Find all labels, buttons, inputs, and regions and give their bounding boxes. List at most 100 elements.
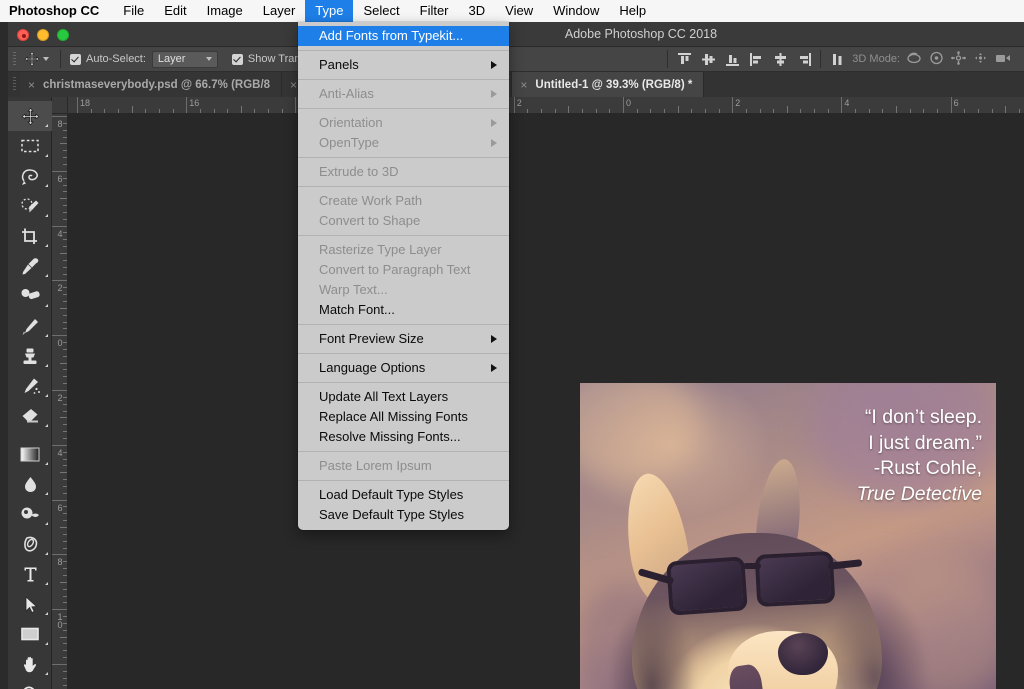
auto-select-group[interactable]: Auto-Select: Layer xyxy=(66,50,222,68)
move-tool[interactable] xyxy=(8,101,52,131)
spot-healing-brush-tool[interactable] xyxy=(8,281,52,311)
ruler-tick xyxy=(63,287,67,289)
eraser-tool[interactable] xyxy=(8,401,52,431)
gradient-tool[interactable] xyxy=(8,439,52,469)
blur-tool[interactable] xyxy=(8,469,52,499)
clone-stamp-tool[interactable] xyxy=(8,341,52,371)
ruler-tick xyxy=(609,109,611,113)
tool-options-bar: Auto-Select: Layer Show Transform 3D Mod… xyxy=(8,47,1024,72)
ruler-tick xyxy=(52,170,67,172)
ruler-tick xyxy=(677,106,679,113)
menubar-item-type[interactable]: Type xyxy=(305,0,354,22)
document-tab[interactable]: × Untitled‑1 @ 39.3% (RGB/8) * xyxy=(512,72,705,97)
lasso-tool[interactable] xyxy=(8,161,52,191)
menu-item-font-preview-size[interactable]: Font Preview Size xyxy=(298,329,509,349)
tool-corner-marker xyxy=(45,394,48,397)
ruler-tick xyxy=(63,574,67,576)
artwork-canvas[interactable]: “I don’t sleep. I just dream.” -Rust Cohle… xyxy=(580,383,996,689)
hand-tool[interactable] xyxy=(8,649,52,679)
dodge-tool[interactable] xyxy=(8,499,52,529)
ruler-tick xyxy=(104,109,106,113)
menu-item-match-font[interactable]: Match Font... xyxy=(298,300,509,320)
ruler-tick xyxy=(145,109,147,113)
path-selection-tool[interactable] xyxy=(8,589,52,619)
ruler-tick xyxy=(923,109,925,113)
menu-separator xyxy=(298,235,509,236)
align-horizontal-centers-icon[interactable] xyxy=(769,49,791,69)
horizontal-ruler[interactable]: 1816141220246 xyxy=(68,97,1024,114)
ruler-tick xyxy=(63,157,67,159)
show-transform-checkbox[interactable] xyxy=(231,53,243,65)
menu-item-panels[interactable]: Panels xyxy=(298,55,509,75)
menu-item-update-all-text-layers[interactable]: Update All Text Layers xyxy=(298,387,509,407)
bokeh-blob xyxy=(580,383,700,483)
menubar-item-help[interactable]: Help xyxy=(609,0,656,22)
tool-corner-marker xyxy=(45,184,48,187)
menubar-item-select[interactable]: Select xyxy=(353,0,409,22)
zoom-tool[interactable] xyxy=(8,679,52,689)
3d-mode-buttons xyxy=(906,50,1012,68)
vertical-ruler[interactable]: 8 6 4 2 0 2 4 6 8 10 xyxy=(52,114,68,689)
menubar-item-image[interactable]: Image xyxy=(197,0,253,22)
menubar-item-window[interactable]: Window xyxy=(543,0,609,22)
document-tab-label: Untitled‑1 @ 39.3% (RGB/8) * xyxy=(535,78,693,91)
canvas-area[interactable]: “I don’t sleep. I just dream.” -Rust Cohle… xyxy=(68,114,1024,689)
align-vertical-centers-icon[interactable] xyxy=(697,49,719,69)
align-top-edges-icon[interactable] xyxy=(673,49,695,69)
brush-tool[interactable] xyxy=(8,311,52,341)
menubar-item-view[interactable]: View xyxy=(495,0,543,22)
rectangle-tool[interactable] xyxy=(8,619,52,649)
auto-select-checkbox[interactable] xyxy=(70,53,81,65)
menubar-item-edit[interactable]: Edit xyxy=(154,0,196,22)
roll-3d-icon[interactable] xyxy=(929,51,944,68)
align-right-edges-icon[interactable] xyxy=(793,49,815,69)
eyedropper-tool[interactable] xyxy=(8,251,52,281)
ruler-tick xyxy=(63,163,67,165)
close-icon[interactable]: × xyxy=(290,78,297,92)
menu-item-add-fonts-from-typekit[interactable]: Add Fonts from Typekit... xyxy=(298,26,509,46)
auto-select-dropdown[interactable]: Layer xyxy=(151,50,218,68)
menu-item-label: Paste Lorem Ipsum xyxy=(319,458,432,473)
menu-item-resolve-missing-fonts[interactable]: Resolve Missing Fonts... xyxy=(298,427,509,447)
camera-3d-icon[interactable] xyxy=(995,52,1012,67)
crop-tool[interactable] xyxy=(8,221,52,251)
pan-3d-icon[interactable] xyxy=(951,50,966,68)
quick-selection-tool[interactable] xyxy=(8,191,52,221)
type-tool[interactable] xyxy=(8,559,52,589)
slide-3d-icon[interactable] xyxy=(973,51,988,68)
orbit-3d-icon[interactable] xyxy=(906,51,922,68)
menu-item-orientation: Orientation xyxy=(298,113,509,133)
type-menu-dropdown[interactable]: Add Fonts from Typekit... Panels Anti-Alia… xyxy=(298,22,509,530)
ruler-tick xyxy=(63,650,67,652)
distribute-icon[interactable] xyxy=(826,49,848,69)
tab-bar-grip[interactable] xyxy=(8,72,20,97)
menu-item-replace-all-missing-fonts[interactable]: Replace All Missing Fonts xyxy=(298,407,509,427)
history-brush-tool[interactable] xyxy=(8,371,52,401)
menubar-item-3d[interactable]: 3D xyxy=(459,0,496,22)
menubar-item-filter[interactable]: Filter xyxy=(410,0,459,22)
close-icon[interactable]: × xyxy=(520,78,527,92)
pen-tool[interactable] xyxy=(8,529,52,559)
ruler-tick xyxy=(240,106,242,113)
menubar-item-layer[interactable]: Layer xyxy=(253,0,306,22)
ruler-label: 16 xyxy=(189,98,200,108)
move-tool-options[interactable] xyxy=(20,51,55,67)
align-left-edges-icon[interactable] xyxy=(745,49,767,69)
ruler-tick xyxy=(60,527,67,528)
tool-preset-chevron-down-icon[interactable] xyxy=(43,57,49,61)
rectangular-marquee-tool[interactable] xyxy=(8,131,52,161)
ruler-corner[interactable] xyxy=(52,97,68,114)
tool-corner-marker xyxy=(45,424,48,427)
ruler-tick xyxy=(63,547,67,549)
menubar-app-name[interactable]: Photoshop CC xyxy=(0,0,113,22)
align-bottom-edges-icon[interactable] xyxy=(721,49,743,69)
ruler-label: 2 xyxy=(735,98,741,108)
document-tab[interactable]: × christmaseverybody.psd @ 66.7% (RGB/8 xyxy=(20,72,283,97)
menu-item-language-options[interactable]: Language Options xyxy=(298,358,509,378)
options-bar-grip[interactable] xyxy=(8,47,20,72)
menubar-item-file[interactable]: File xyxy=(113,0,154,22)
close-icon[interactable]: × xyxy=(28,78,35,92)
menu-item-load-default-type-styles[interactable]: Load Default Type Styles xyxy=(298,485,509,505)
ruler-tick xyxy=(582,109,584,113)
menu-item-save-default-type-styles[interactable]: Save Default Type Styles xyxy=(298,505,509,525)
